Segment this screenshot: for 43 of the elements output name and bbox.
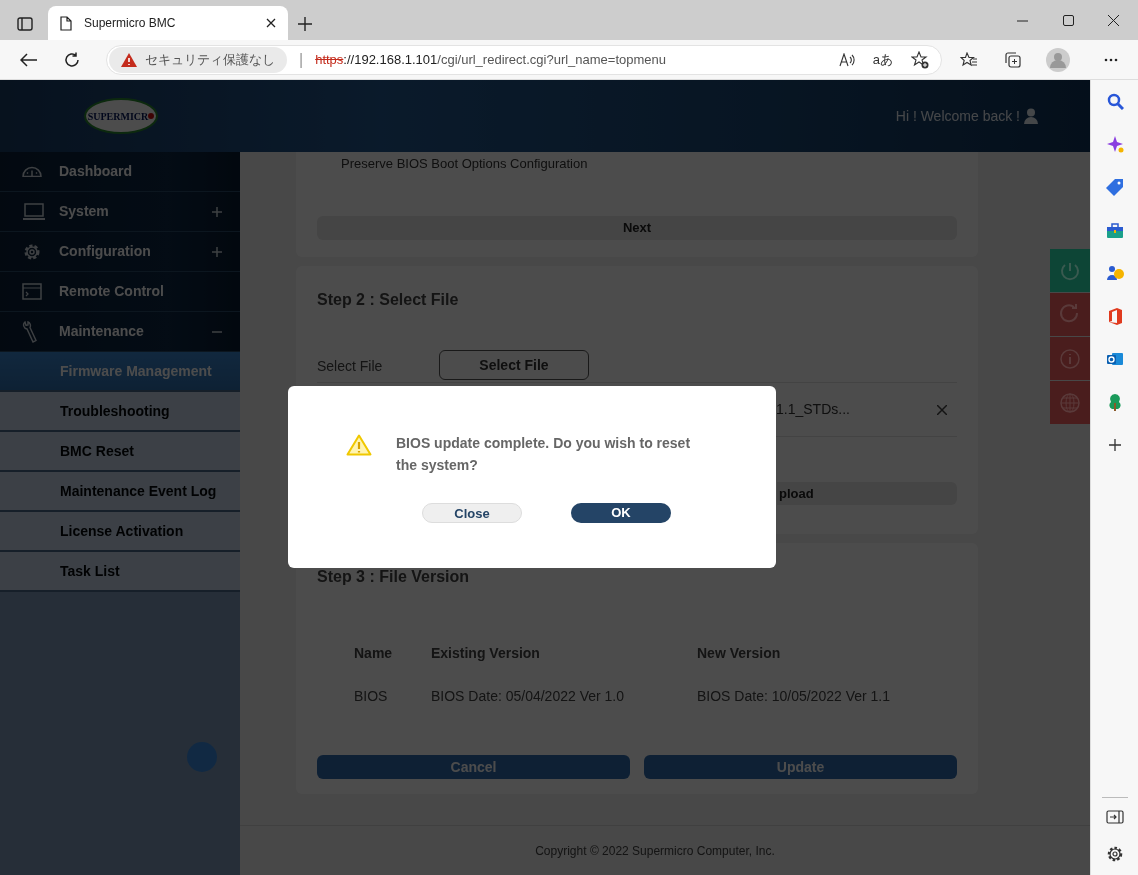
- step-title: Step 3 : File Version: [317, 567, 471, 587]
- favorite-add-icon[interactable]: [911, 50, 929, 69]
- new-tab-icon[interactable]: [298, 17, 312, 31]
- tab-actions-icon[interactable]: [17, 17, 33, 31]
- browser-tab[interactable]: Supermicro BMC: [48, 6, 288, 40]
- security-indicator[interactable]: セキュリティ保護なし: [109, 46, 287, 73]
- maximize-icon[interactable]: [1063, 15, 1074, 26]
- more-icon[interactable]: [1104, 57, 1118, 62]
- close-icon[interactable]: [266, 18, 276, 28]
- settings-icon[interactable]: [1105, 845, 1124, 863]
- ok-button[interactable]: OK: [571, 503, 671, 523]
- translate-button[interactable]: aあ: [872, 49, 893, 70]
- profile-icon[interactable]: [1046, 47, 1070, 72]
- warning-icon: [121, 52, 137, 67]
- refresh-icon[interactable]: [64, 51, 80, 68]
- url-text[interactable]: https://192.168.1.101/cgi/url_redirect.cgi?url_name=topmenu: [315, 49, 839, 70]
- field-label: Select File: [317, 357, 384, 376]
- page-icon: [60, 15, 72, 31]
- column-header: Existing Version: [431, 644, 541, 663]
- table-cell-text: BIOS Date: 10/05/2022 Ver 1.1: [697, 687, 892, 706]
- people-icon[interactable]: [1105, 264, 1124, 282]
- table-cell-text: BIOS: [354, 687, 389, 706]
- close-button[interactable]: Close: [422, 503, 522, 523]
- toolbox-icon[interactable]: [1105, 221, 1124, 239]
- favorites-icon[interactable]: [960, 51, 978, 68]
- tag-icon[interactable]: [1105, 178, 1124, 196]
- address-bar[interactable]: セキュリティ保護なし | https://192.168.1.101/cgi/url_redirect.cgi?url_name=topmenu aあ: [106, 44, 942, 75]
- address-separator: |: [299, 49, 304, 70]
- close-icon[interactable]: [1108, 15, 1119, 26]
- option-label: Preserve BIOS Boot Options Configuration: [340, 155, 589, 173]
- warning-icon: [346, 434, 372, 456]
- search-icon[interactable]: [1105, 92, 1124, 110]
- file-name: 1.1_STDs...: [776, 400, 851, 419]
- mail-icon[interactable]: [1105, 350, 1124, 368]
- back-icon[interactable]: [20, 52, 38, 67]
- table-cell-text: BIOS Date: 05/04/2022 Ver 1.0: [431, 687, 626, 706]
- collections-icon[interactable]: [1004, 50, 1022, 69]
- dialog-message: BIOS update complete. Do you wish to reset the system?: [396, 434, 692, 475]
- sidebar-toggle-icon[interactable]: [1105, 810, 1124, 824]
- step-title: Step 2 : Select File: [317, 290, 460, 310]
- read-aloud-icon[interactable]: [838, 52, 855, 67]
- column-header: New Version: [697, 644, 782, 663]
- column-header: Name: [354, 644, 394, 663]
